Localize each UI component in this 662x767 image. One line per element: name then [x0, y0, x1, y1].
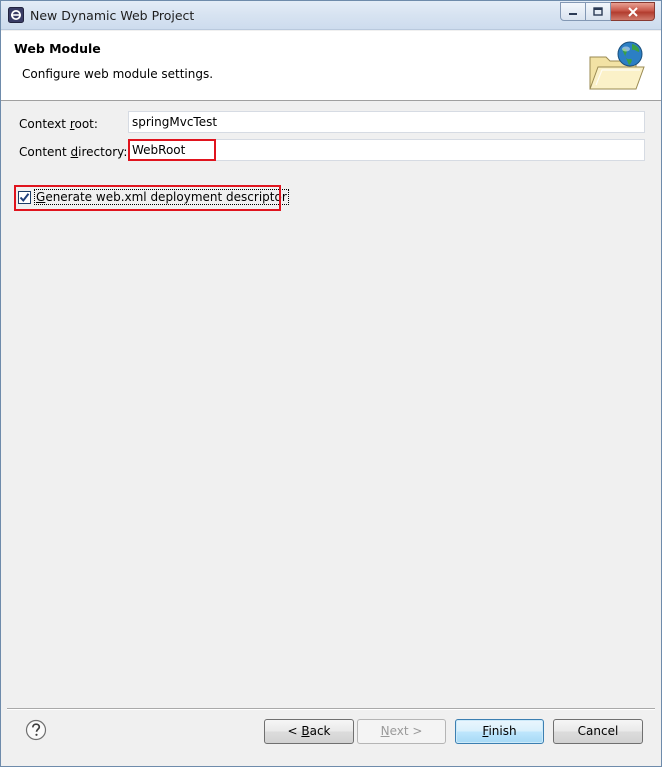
- context-root-input[interactable]: springMvcTest: [128, 111, 645, 133]
- content-directory-value: WebRoot: [132, 143, 186, 157]
- window-title: New Dynamic Web Project: [30, 8, 195, 23]
- wizard-header: Web Module Configure web module settings…: [1, 31, 661, 101]
- new-dynamic-web-project-dialog: New Dynamic Web Project Web Module Confi…: [0, 0, 662, 767]
- cancel-button-label: Cancel: [577, 724, 619, 738]
- content-directory-input[interactable]: WebRoot: [128, 139, 645, 161]
- back-button-label: ack: [309, 724, 331, 738]
- generate-descriptor-checkbox[interactable]: Generate web.xml deployment descriptor: [18, 189, 289, 205]
- generate-descriptor-label: Generate web.xml deployment descriptor: [34, 189, 289, 205]
- maximize-icon: [593, 7, 603, 16]
- web-folder-globe-icon: [589, 41, 645, 90]
- next-button[interactable]: Next >: [357, 719, 446, 744]
- context-root-label: Context root:: [19, 117, 98, 131]
- next-button-mnemonic: N: [380, 724, 390, 738]
- maximize-button[interactable]: [586, 2, 611, 21]
- context-root-value: springMvcTest: [132, 115, 218, 129]
- finish-button[interactable]: Finish: [455, 719, 544, 744]
- help-icon[interactable]: [25, 719, 47, 741]
- minimize-icon: [569, 12, 577, 15]
- content-directory-label-pre: Content: [19, 145, 71, 159]
- context-root-label-pre: Context: [19, 117, 70, 131]
- footer-separator: [7, 708, 655, 710]
- generate-descriptor-mnemonic: G: [36, 190, 46, 204]
- eclipse-app-icon: [8, 7, 24, 23]
- context-root-label-post: oot:: [74, 117, 98, 131]
- checkbox-box[interactable]: [18, 190, 31, 204]
- finish-button-label: inish: [488, 724, 517, 738]
- content-directory-label: Content directory:: [19, 145, 127, 159]
- page-title: Web Module: [14, 41, 101, 56]
- back-button-mnemonic: B: [301, 724, 310, 738]
- page-description: Configure web module settings.: [22, 67, 214, 81]
- content-directory-label-post: irectory:: [78, 145, 128, 159]
- cancel-button[interactable]: Cancel: [553, 719, 643, 744]
- close-icon: [627, 6, 638, 17]
- next-button-label: ext >: [389, 724, 423, 738]
- back-button-prefix: <: [287, 724, 302, 738]
- minimize-button[interactable]: [560, 2, 586, 21]
- checkmark-icon: [19, 192, 30, 202]
- title-bar[interactable]: New Dynamic Web Project: [1, 1, 661, 30]
- generate-descriptor-label-text: enerate web.xml deployment descriptor: [45, 190, 287, 204]
- close-button[interactable]: [611, 2, 655, 21]
- back-button[interactable]: < Back: [264, 719, 354, 744]
